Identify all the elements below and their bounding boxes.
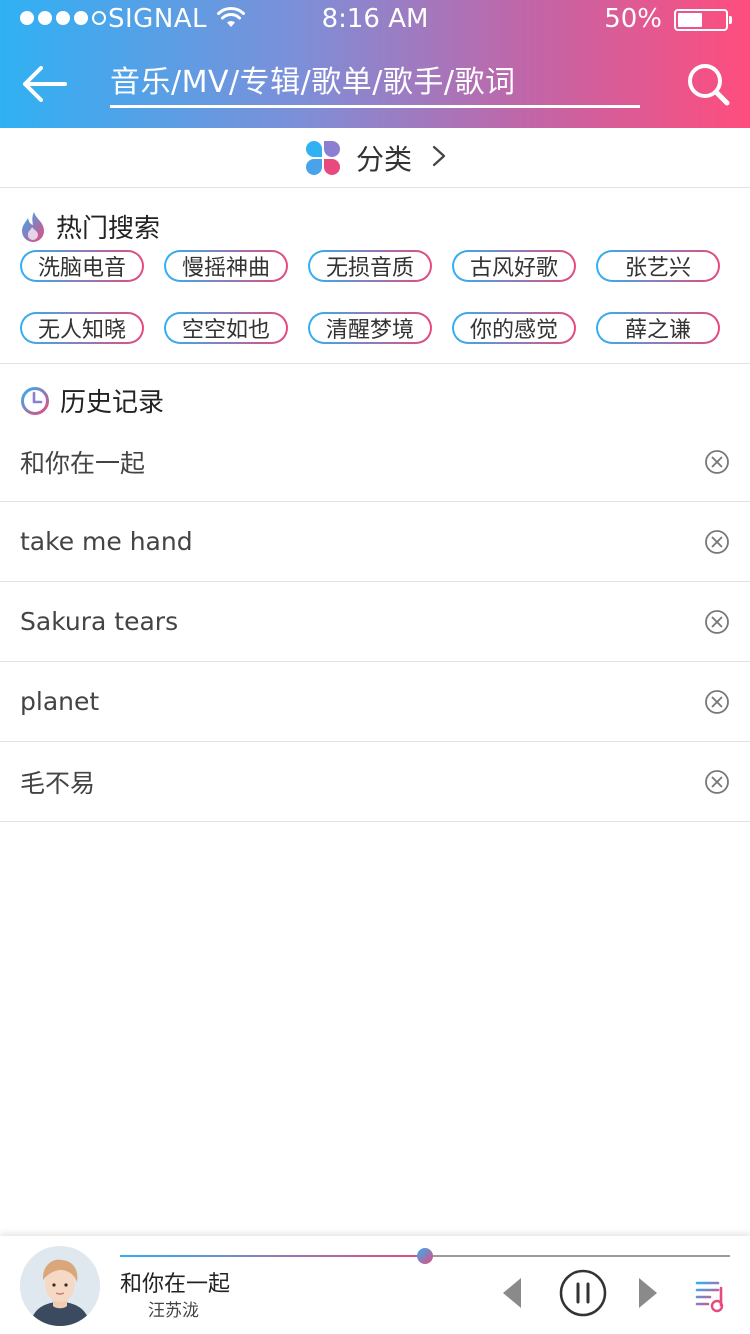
header: SIGNAL 8:16 AM 50% (0, 0, 750, 128)
hot-tag[interactable]: 薛之谦 (596, 312, 720, 344)
triangle-right-icon (639, 1278, 657, 1308)
hot-tag[interactable]: 慢摇神曲 (164, 250, 288, 282)
category-entry[interactable]: 分类 (0, 128, 750, 188)
hot-tag[interactable]: 无损音质 (308, 250, 432, 282)
triangle-left-icon (503, 1278, 521, 1308)
next-button[interactable] (636, 1276, 660, 1314)
progress-bar[interactable] (120, 1248, 730, 1264)
history-item[interactable]: take me hand (0, 502, 750, 582)
history-item-text: 毛不易 (20, 768, 96, 798)
album-avatar[interactable] (20, 1246, 100, 1326)
history-item-text: 和你在一起 (20, 448, 146, 478)
status-bar: SIGNAL 8:16 AM 50% (0, 0, 750, 40)
hot-tag[interactable]: 清醒梦境 (308, 312, 432, 344)
history-item[interactable]: Sakura tears (0, 582, 750, 662)
hot-tag[interactable]: 无人知晓 (20, 312, 144, 344)
progress-knob[interactable] (417, 1248, 433, 1264)
four-petal-icon (305, 140, 340, 175)
previous-button[interactable] (500, 1276, 524, 1314)
circle-x-icon[interactable] (704, 449, 730, 475)
history-item-text: take me hand (20, 527, 193, 556)
search-button[interactable] (684, 60, 736, 112)
history-heading: 历史记录 (20, 382, 164, 419)
hot-tag[interactable]: 张艺兴 (596, 250, 720, 282)
pause-button[interactable] (558, 1268, 608, 1318)
category-label: 分类 (355, 142, 412, 176)
history-title: 历史记录 (60, 388, 165, 418)
circle-pause-icon (559, 1269, 607, 1317)
search-input[interactable] (110, 60, 640, 104)
hot-tags: 洗脑电音 慢摇神曲 无损音质 古风好歌 张艺兴 无人知晓 空空如也 清醒梦境 你… (20, 250, 732, 374)
song-title: 和你在一起 (120, 1272, 231, 1297)
mini-player: 和你在一起 汪苏泷 (0, 1236, 750, 1334)
arrow-left-icon (23, 66, 67, 102)
search-field (110, 60, 640, 108)
hot-tag[interactable]: 洗脑电音 (20, 250, 144, 282)
hot-search-title: 热门搜索 (56, 214, 161, 244)
circle-x-icon[interactable] (704, 769, 730, 795)
history-item-text: Sakura tears (20, 607, 179, 636)
hot-tag[interactable]: 空空如也 (164, 312, 288, 344)
chevron-right-icon (432, 141, 446, 174)
magnifier-icon (688, 64, 730, 106)
flame-icon (22, 211, 44, 242)
playlist-music-icon (695, 1281, 724, 1313)
hot-tag-row: 洗脑电音 慢摇神曲 无损音质 古风好歌 张艺兴 (20, 250, 732, 282)
circle-x-icon[interactable] (704, 529, 730, 555)
history-item[interactable]: 和你在一起 (0, 422, 750, 502)
song-artist: 汪苏泷 (148, 1301, 199, 1321)
progress-fill (120, 1255, 425, 1257)
back-button[interactable] (14, 56, 74, 112)
history-item[interactable]: 毛不易 (0, 742, 750, 822)
battery-icon (674, 9, 732, 31)
history-list: 和你在一起 take me hand Sakura tears planet 毛… (0, 422, 750, 822)
hot-tag[interactable]: 古风好歌 (452, 250, 576, 282)
history-item-text: planet (20, 687, 100, 716)
circle-x-icon[interactable] (704, 689, 730, 715)
hot-tag[interactable]: 你的感觉 (452, 312, 576, 344)
circle-x-icon[interactable] (704, 609, 730, 635)
clock-icon (21, 386, 49, 415)
hot-search-heading: 热门搜索 (20, 208, 160, 245)
playlist-button[interactable] (694, 1278, 730, 1318)
history-item[interactable]: planet (0, 662, 750, 742)
battery-percent: 50% (604, 4, 662, 34)
hot-tag-row: 无人知晓 空空如也 清醒梦境 你的感觉 薛之谦 (20, 312, 732, 344)
divider (0, 363, 750, 364)
